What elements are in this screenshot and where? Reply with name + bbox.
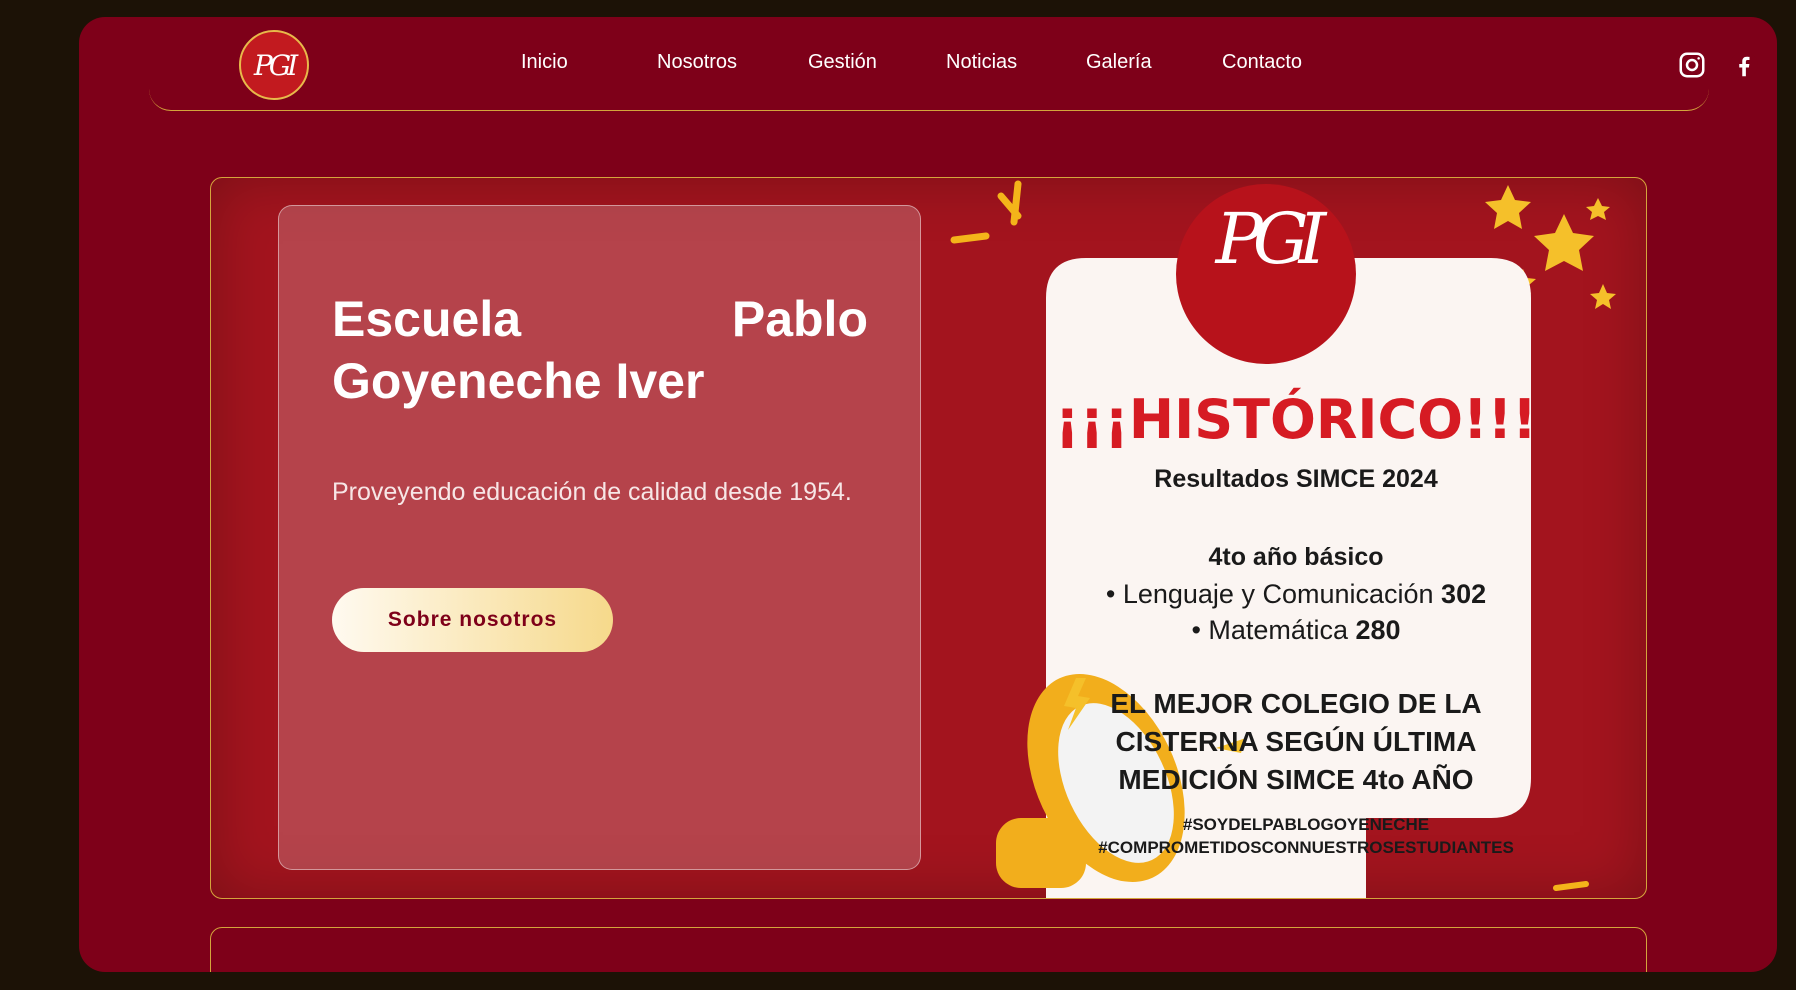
facebook-icon[interactable] — [1726, 47, 1762, 83]
nav-link-noticias[interactable]: Noticias — [946, 51, 1017, 74]
nav-link-gestion[interactable]: Gestión — [808, 51, 877, 74]
poster-line-lenguaje: • Lenguaje y Comunicación 302 — [1105, 579, 1487, 609]
hero-subtitle: Proveyendo educación de calidad desde 19… — [332, 478, 852, 506]
poster-hashtag-2: #COMPROMETIDOSCONNUESTROSESTUDIANTES — [1098, 838, 1514, 857]
sparkle-icon — [950, 180, 1022, 244]
poster-logo: PGI — [1215, 198, 1327, 280]
poster-results-title: Resultados SIMCE 2024 — [1154, 465, 1438, 493]
poster-claim-3: MEDICIÓN SIMCE 4to AÑO — [1118, 764, 1474, 795]
poster-headline: ¡¡¡HISTÓRICO!!! — [1055, 388, 1537, 451]
hero-title: Escuela Pablo Goyeneche Iver — [332, 291, 868, 409]
poster-claim-2: CISTERNA SEGÚN ÚLTIMA — [1115, 726, 1477, 757]
hero-section: Escuela Pablo Goyeneche Iver Proveyendo … — [210, 177, 1647, 899]
poster-level: 4to año básico — [1208, 543, 1384, 571]
poster-hashtag-1: #SOYDELPABLOGOYENECHE — [1182, 815, 1430, 834]
nav-link-inicio[interactable]: Inicio — [521, 51, 568, 74]
instagram-icon[interactable] — [1674, 47, 1710, 83]
logo-monogram: PGI — [253, 48, 298, 82]
top-navbar: PGI Inicio Nosotros Gestión Noticias Gal… — [149, 17, 1758, 111]
nav-link-contacto[interactable]: Contacto — [1222, 51, 1302, 74]
about-us-button[interactable]: Sobre nosotros — [332, 588, 613, 652]
simce-poster: PGI ¡¡¡HISTÓRICO!!! Resultados SIMCE 202… — [946, 178, 1646, 898]
poster-line-matematica: • Matemática 280 — [1191, 615, 1401, 645]
hero-card: Escuela Pablo Goyeneche Iver Proveyendo … — [278, 205, 921, 870]
next-section — [210, 927, 1647, 972]
browser-window: PGI Inicio Nosotros Gestión Noticias Gal… — [79, 17, 1777, 972]
school-logo[interactable]: PGI — [239, 30, 309, 100]
poster-claim-1: EL MEJOR COLEGIO DE LA — [1110, 688, 1482, 719]
nav-link-nosotros[interactable]: Nosotros — [657, 51, 737, 74]
social-links — [1674, 47, 1762, 83]
nav-link-galeria[interactable]: Galería — [1086, 51, 1152, 74]
